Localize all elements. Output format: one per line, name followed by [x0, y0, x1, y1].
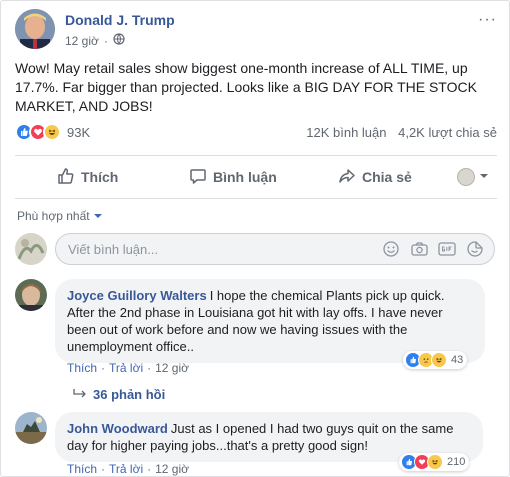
share-count[interactable]: 4,2K lượt chia sẻ — [398, 125, 497, 140]
more-icon[interactable]: ··· — [478, 11, 497, 29]
comment-count[interactable]: 12K bình luận — [306, 125, 386, 140]
post-text: Wow! May retail sales show biggest one-m… — [15, 60, 477, 114]
commenter-avatar[interactable] — [15, 279, 47, 311]
comment-reaction-count: 210 — [447, 456, 466, 468]
comment-button[interactable]: Bình luận — [189, 167, 277, 188]
globe-icon — [113, 33, 125, 48]
post-header: Donald J. Trump 12 giờ · ··· — [15, 9, 497, 51]
comment-time[interactable]: 12 giờ — [155, 361, 189, 375]
share-icon — [338, 167, 356, 188]
page-avatar-icon — [457, 168, 475, 186]
share-label: Chia sẻ — [362, 169, 412, 185]
stats-right: 12K bình luận 4,2K lượt chia sẻ — [298, 125, 497, 140]
meta-dot: · — [103, 33, 108, 48]
comment-meta: Thích · Trả lời · 12 giờ — [67, 361, 189, 375]
composer-icons — [382, 240, 484, 258]
comment-reactions[interactable]: 43 — [403, 351, 468, 369]
react-as-selector[interactable] — [457, 168, 489, 186]
commenter-name[interactable]: John Woodward — [67, 421, 168, 436]
comment-like-link[interactable]: Thích — [67, 462, 97, 476]
reply-arrow-icon — [73, 387, 87, 402]
comment-reply-link[interactable]: Trả lời — [109, 361, 143, 375]
post-card: Donald J. Trump 12 giờ · ··· Wow! May re… — [0, 0, 510, 477]
comment-input[interactable]: Viết bình luận... — [55, 233, 495, 265]
gif-icon[interactable] — [438, 240, 456, 258]
comment-reactions[interactable]: 210 — [399, 453, 470, 471]
comment-placeholder: Viết bình luận... — [68, 242, 159, 257]
comment-reply-link[interactable]: Trả lời — [109, 462, 143, 476]
comment-meta: Thích · Trả lời · 12 giờ — [67, 462, 189, 476]
viewer-avatar — [15, 233, 47, 265]
author-avatar[interactable] — [15, 9, 55, 49]
replies-count: 36 phản hồi — [93, 387, 166, 402]
caret-down-icon — [479, 168, 489, 186]
share-button[interactable]: Chia sẻ — [338, 167, 412, 188]
caret-down-icon — [93, 209, 102, 223]
comment-like-link[interactable]: Thích — [67, 361, 97, 375]
comment-reaction-count: 43 — [451, 354, 464, 366]
comment-composer: Viết bình luận... — [15, 231, 497, 267]
haha-reaction-icon — [427, 454, 443, 470]
emoji-icon[interactable] — [382, 240, 400, 258]
action-bar: Thích Bình luận Chia sẻ — [15, 155, 497, 199]
comment-sort-dropdown[interactable]: Phù hợp nhất — [17, 209, 102, 223]
author-name[interactable]: Donald J. Trump — [65, 12, 175, 28]
view-replies-link[interactable]: 36 phản hồi — [73, 387, 165, 402]
camera-icon[interactable] — [410, 240, 428, 258]
comment-icon — [189, 167, 207, 188]
commenter-name[interactable]: Joyce Guillory Walters — [67, 288, 207, 303]
post-meta: 12 giờ · — [65, 33, 125, 48]
reaction-count: 93K — [67, 124, 91, 140]
haha-reaction-icon — [43, 123, 61, 141]
like-icon — [57, 167, 75, 188]
like-button[interactable]: Thích — [57, 167, 118, 188]
sticker-icon[interactable] — [466, 240, 484, 258]
reaction-summary[interactable]: 93K — [15, 123, 90, 141]
sort-label: Phù hợp nhất — [17, 209, 90, 223]
like-label: Thích — [81, 169, 119, 185]
comment-time[interactable]: 12 giờ — [155, 462, 189, 476]
post-stats: 93K 12K bình luận 4,2K lượt chia sẻ — [15, 123, 497, 143]
comment-label: Bình luận — [213, 169, 277, 185]
commenter-avatar[interactable] — [15, 412, 47, 444]
haha-reaction-icon — [431, 352, 447, 368]
post-time[interactable]: 12 giờ — [65, 34, 99, 48]
